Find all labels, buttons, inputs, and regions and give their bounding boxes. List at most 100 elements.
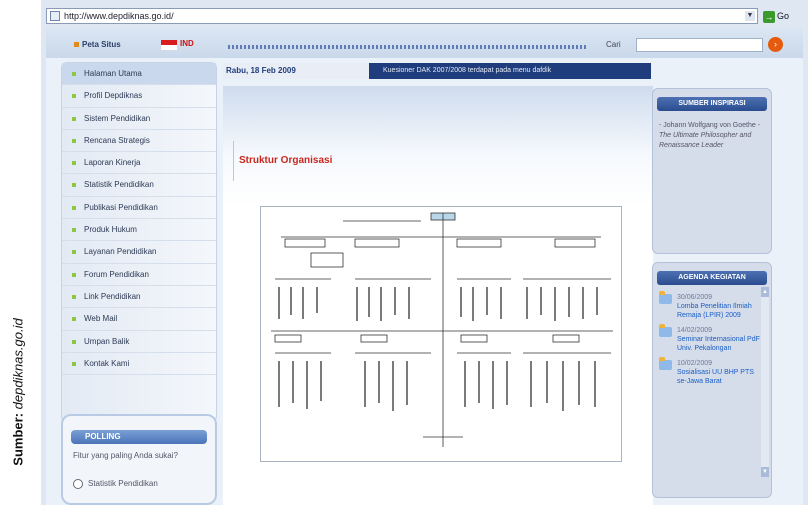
- polling-option[interactable]: Statistik Pendidikan: [73, 479, 158, 489]
- title-divider: [233, 141, 234, 181]
- nav-bullet-icon: [72, 116, 76, 121]
- source-value: depdiknas.go.id: [10, 318, 26, 410]
- agenda-item[interactable]: 30/06/2009 Lomba Penelitian Ilmiah Remaja…: [657, 291, 761, 320]
- calendar-icon: [659, 324, 672, 337]
- nav-item[interactable]: Profil Depdiknas: [62, 85, 216, 108]
- page-icon: [50, 11, 60, 21]
- nav-bullet-icon: [72, 317, 76, 322]
- search-button[interactable]: ›: [768, 37, 783, 52]
- source-label: Sumber:: [10, 412, 26, 466]
- agenda-title: AGENDA KEGIATAN: [657, 271, 767, 285]
- current-date: Rabu, 18 Feb 2009: [223, 63, 369, 79]
- nav-bullet-icon: [72, 250, 76, 255]
- nav-item-label: Rencana Strategis: [84, 135, 150, 145]
- nav-item[interactable]: Umpan Balik: [62, 331, 216, 353]
- site-map-link[interactable]: Peta Situs: [74, 40, 121, 49]
- org-chart-image[interactable]: [260, 206, 622, 462]
- nav-item[interactable]: Forum Pendidikan: [62, 264, 216, 286]
- source-caption: Sumber: depdiknas.go.id: [0, 0, 36, 505]
- nav-bullet-icon: [72, 228, 76, 233]
- go-label: Go: [777, 11, 790, 21]
- polling-question: Fitur yang paling Anda sukai?: [73, 451, 178, 460]
- nav-item-label: Web Mail: [84, 314, 118, 324]
- calendar-icon: [659, 357, 672, 370]
- agenda-date: 30/06/2009: [677, 294, 713, 301]
- url-text: http://www.depdiknas.go.id/: [64, 11, 174, 21]
- nav-item-label: Statistik Pendidikan: [84, 180, 154, 190]
- nav-item-label: Publikasi Pendidikan: [84, 202, 158, 212]
- nav-item-label: Forum Pendidikan: [84, 269, 149, 279]
- nav-item[interactable]: Rencana Strategis: [62, 130, 216, 153]
- nav-item-label: Kontak Kami: [84, 358, 130, 368]
- nav-bullet-icon: [72, 183, 76, 188]
- nav-bullet-icon: [72, 161, 76, 166]
- web-page: Peta Situs IND Cari › Halaman Utama Profi…: [46, 28, 803, 505]
- nav-item-label: Laporan Kinerja: [84, 158, 141, 168]
- address-dropdown-icon[interactable]: ▼: [745, 11, 755, 21]
- site-map-icon: [74, 42, 79, 48]
- agenda-item[interactable]: 14/02/2009 Seminar Internasional PdF Univ…: [657, 324, 761, 353]
- scroll-up-icon[interactable]: ▲: [761, 287, 769, 297]
- nav-bullet-icon: [72, 205, 76, 210]
- go-arrow-icon: →: [763, 10, 775, 23]
- go-button[interactable]: → Go: [763, 8, 789, 24]
- agenda-title-link[interactable]: Seminar Internasional PdF Univ. Pekalong…: [677, 335, 761, 353]
- ticker-text[interactable]: Kuesioner DAK 2007/2008 terdapat pada me…: [383, 63, 551, 79]
- nav-item[interactable]: Statistik Pendidikan: [62, 174, 216, 197]
- language-label[interactable]: IND: [180, 39, 194, 48]
- nav-item[interactable]: Kontak Kami: [62, 353, 216, 376]
- nav-item-label: Profil Depdiknas: [84, 91, 143, 101]
- agenda-date: 10/02/2009: [677, 360, 713, 367]
- inspirasi-book: The Ultimate Philosopher and Renaissance…: [659, 132, 752, 149]
- site-map-label: Peta Situs: [82, 40, 121, 49]
- nav-item-label: Layanan Pendidikan: [84, 247, 157, 257]
- nav-item[interactable]: Link Pendidikan: [62, 286, 216, 309]
- agenda-date: 14/02/2009: [677, 327, 713, 334]
- inspirasi-title: SUMBER INSPIRASI: [657, 97, 767, 111]
- nav-item[interactable]: Laporan Kinerja: [62, 152, 216, 175]
- main-content: Struktur Organisasi: [223, 86, 653, 505]
- scroll-down-icon[interactable]: ▼: [761, 467, 769, 477]
- inspirasi-quote[interactable]: - Johann Wolfgang von Goethe - The Ultim…: [659, 121, 765, 151]
- nav-item-label: Halaman Utama: [84, 69, 142, 78]
- agenda-panel: AGENDA KEGIATAN 30/06/2009 Lomba Peneliti…: [652, 262, 772, 498]
- nav-item[interactable]: Produk Hukum: [62, 219, 216, 242]
- agenda-title-link[interactable]: Sosialisasi UU BHP PTS se-Jawa Barat: [677, 368, 761, 386]
- nav-bullet-icon: [72, 361, 76, 366]
- main-nav: Halaman Utama Profil Depdiknas Sistem Pend…: [61, 62, 217, 422]
- polling-option-label: Statistik Pendidikan: [88, 479, 158, 489]
- nav-item[interactable]: Publikasi Pendidikan: [62, 197, 216, 220]
- nav-bullet-icon: [72, 294, 76, 299]
- nav-item[interactable]: Layanan Pendidikan: [62, 241, 216, 264]
- indonesia-flag-icon[interactable]: [161, 40, 177, 50]
- browser-window: http://www.depdiknas.go.id/ ▼ → Go Peta S…: [41, 0, 808, 505]
- inspirasi-panel: SUMBER INSPIRASI - Johann Wolfgang von G…: [652, 88, 772, 254]
- inspirasi-author: - Johann Wolfgang von Goethe -: [659, 122, 761, 129]
- nav-item[interactable]: Sistem Pendidikan: [62, 108, 216, 130]
- decorative-dots: [228, 45, 588, 49]
- nav-bullet-icon: [72, 138, 76, 143]
- nav-item-label: Sistem Pendidikan: [84, 113, 151, 123]
- agenda-list: 30/06/2009 Lomba Penelitian Ilmiah Remaja…: [657, 291, 761, 392]
- nav-bullet-icon: [72, 339, 76, 344]
- nav-item-label: Link Pendidikan: [84, 291, 141, 301]
- polling-title: POLLING: [71, 430, 207, 444]
- radio-icon[interactable]: [73, 479, 83, 489]
- nav-item[interactable]: Halaman Utama: [62, 63, 216, 86]
- nav-bullet-icon: [72, 272, 76, 277]
- agenda-item[interactable]: 10/02/2009 Sosialisasi UU BHP PTS se-Jawa…: [657, 357, 761, 386]
- polling-box: POLLING Fitur yang paling Anda sukai? St…: [61, 414, 217, 505]
- calendar-icon: [659, 291, 672, 304]
- nav-bullet-icon: [72, 72, 76, 76]
- agenda-scrollbar[interactable]: ▲ ▼: [761, 287, 769, 477]
- page-title: Struktur Organisasi: [239, 155, 333, 166]
- search-input[interactable]: [636, 38, 763, 52]
- agenda-title-link[interactable]: Lomba Penelitian Ilmiah Remaja (LPIR) 20…: [677, 302, 761, 320]
- org-chart-drawing: [271, 212, 613, 447]
- nav-item-label: Umpan Balik: [84, 336, 130, 346]
- nav-bullet-icon: [72, 94, 76, 99]
- nav-item[interactable]: Web Mail: [62, 308, 216, 331]
- search-label: Cari: [606, 40, 621, 49]
- address-bar[interactable]: http://www.depdiknas.go.id/ ▼: [46, 8, 758, 24]
- date-bar: Rabu, 18 Feb 2009 Kuesioner DAK 2007/200…: [223, 63, 651, 79]
